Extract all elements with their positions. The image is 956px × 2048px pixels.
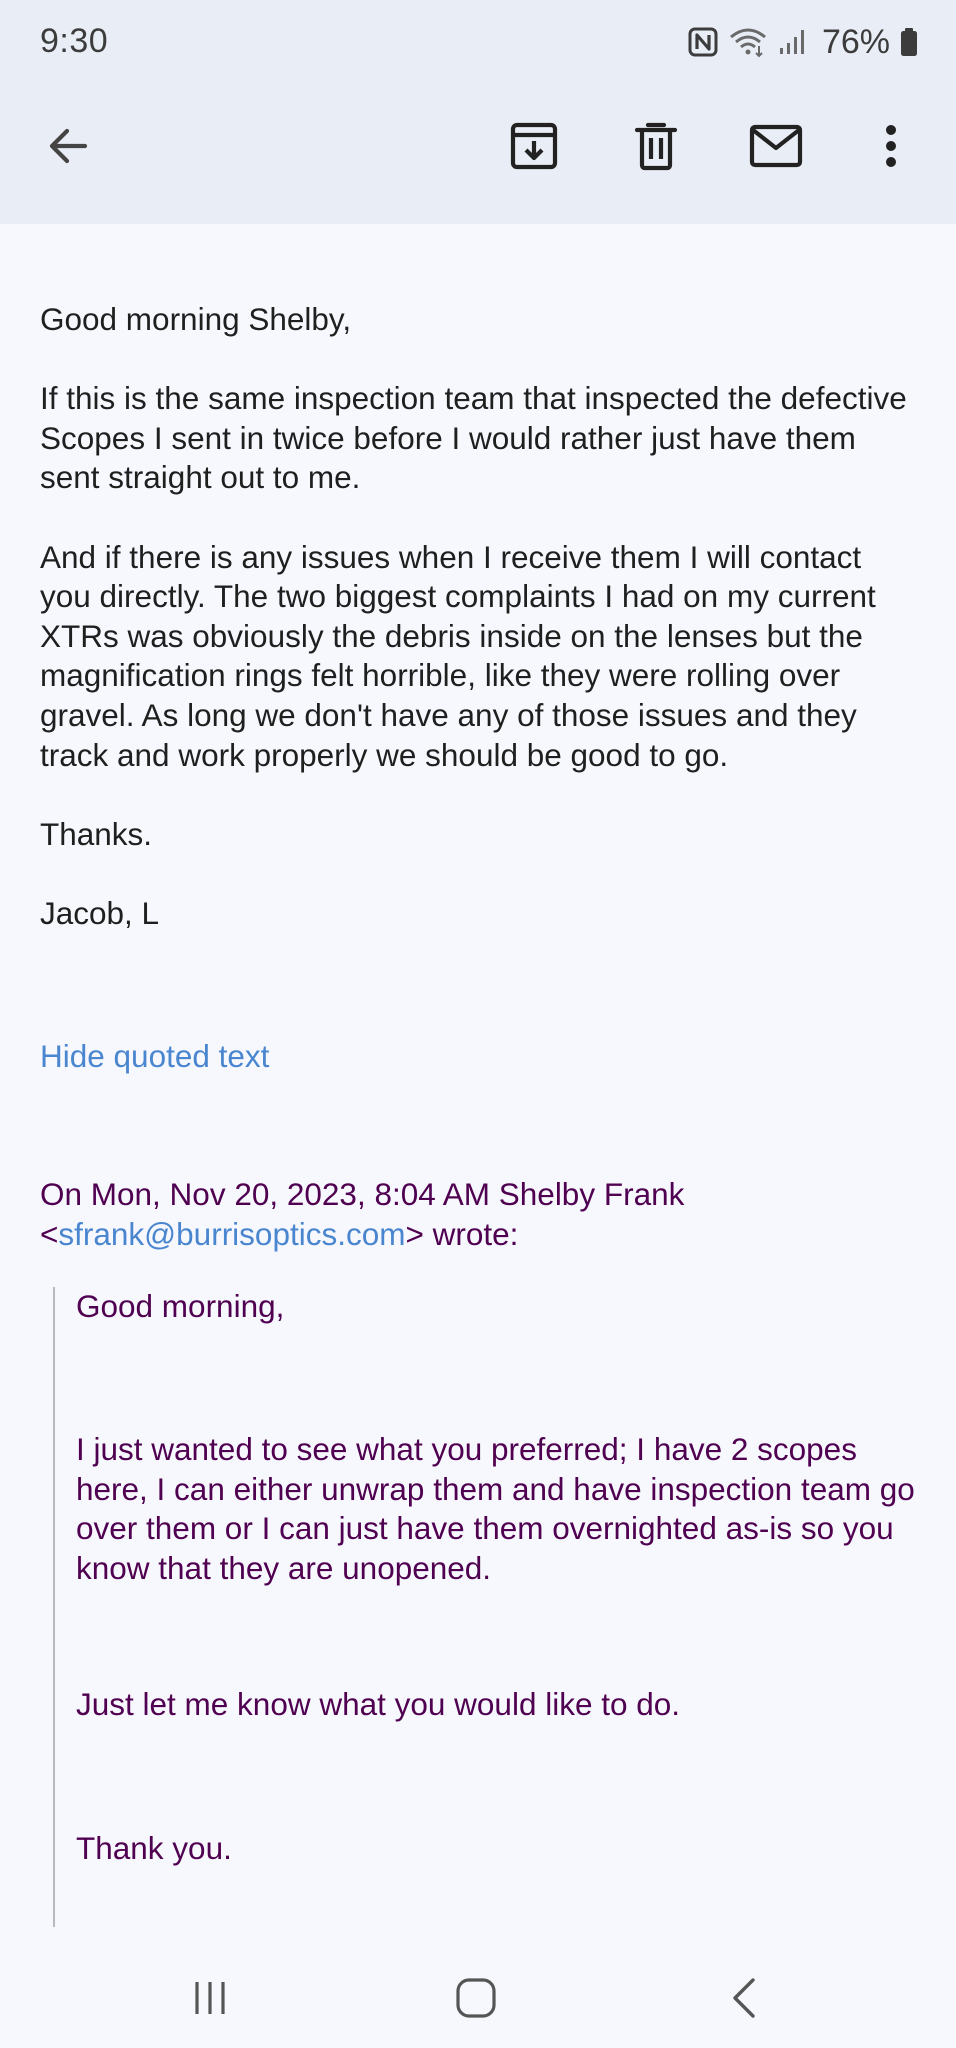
recents-button[interactable]	[160, 1962, 260, 2034]
system-back-button[interactable]	[694, 1962, 794, 2034]
back-button[interactable]	[22, 100, 114, 192]
mark-unread-icon	[749, 124, 803, 168]
status-bar: 9:30 76%	[0, 0, 956, 84]
home-button[interactable]	[426, 1962, 526, 2034]
signature: Jacob, L	[40, 894, 160, 931]
quote-attribution: On Mon, Nov 20, 2023, 8:04 AM Shelby Fra…	[40, 1175, 920, 1254]
app-bar	[0, 100, 956, 192]
message-paragraph-1: If this is the same inspection team that…	[40, 380, 907, 496]
quoted-line-3: Just let me know what you would like to …	[76, 1686, 681, 1722]
back-arrow-icon	[49, 128, 88, 164]
attribution-suffix: > wrote:	[405, 1215, 519, 1252]
hide-quoted-text-link[interactable]: Hide quoted text	[40, 1036, 269, 1076]
quoted-line-1: Good morning,	[76, 1288, 285, 1324]
attribution-open-bracket: <	[40, 1215, 59, 1252]
signal-icon	[778, 27, 808, 57]
archive-button[interactable]	[488, 100, 580, 192]
wifi-icon	[728, 26, 768, 58]
email-screen: 9:30 76% Good morning Shelby, If this is…	[0, 0, 956, 2048]
status-time: 9:30	[40, 22, 109, 60]
back-icon	[733, 1978, 755, 2018]
attribution-text: On Mon, Nov 20, 2023, 8:04 AM Shelby Fra…	[40, 1176, 685, 1212]
nfc-icon	[688, 27, 718, 57]
system-nav-bar	[0, 1948, 956, 2048]
battery-percent: 76%	[821, 22, 890, 61]
more-options-button[interactable]	[845, 100, 937, 192]
delete-icon	[634, 122, 678, 171]
recents-icon	[195, 1982, 225, 2014]
mark-unread-button[interactable]	[730, 100, 822, 192]
sender-email-link[interactable]: sfrank@burrisoptics.com	[58, 1216, 405, 1252]
quoted-line-2: I just wanted to see what you preferred;…	[76, 1431, 915, 1586]
home-icon	[456, 1978, 496, 2018]
status-icons: 76%	[688, 20, 918, 64]
delete-button[interactable]	[610, 100, 702, 192]
top-chrome: 9:30 76%	[0, 0, 956, 224]
thanks-line: Thanks.	[40, 815, 153, 852]
quoted-message: Good morning, I just wanted to see what …	[53, 1287, 923, 1927]
more-vert-icon	[886, 125, 896, 167]
archive-icon	[510, 122, 558, 170]
greeting: Good morning Shelby,	[40, 301, 352, 337]
message-body: Good morning Shelby, If this is the same…	[40, 300, 920, 973]
quoted-line-4: Thank you.	[76, 1830, 232, 1866]
battery-icon	[900, 27, 918, 57]
message-paragraph-2: And if there is any issues when I receiv…	[40, 538, 876, 773]
